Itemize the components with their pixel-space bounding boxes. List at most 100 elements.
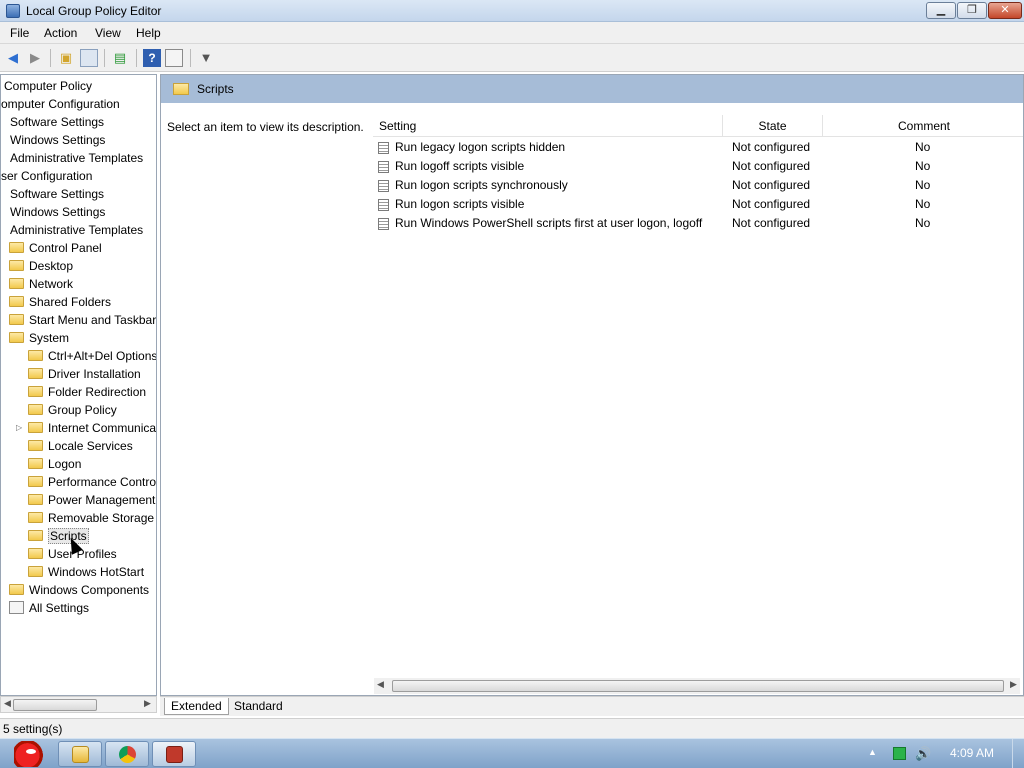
details-horizontal-scrollbar[interactable]: ◀ ▶: [374, 678, 1020, 694]
folder-icon: [28, 548, 43, 560]
tree-item-shared-folders[interactable]: Shared Folders: [9, 293, 111, 311]
scroll-left-icon[interactable]: ◀: [4, 698, 11, 709]
taskbar-group-policy-editor[interactable]: [152, 741, 196, 767]
network-icon[interactable]: [893, 747, 906, 760]
all-settings-icon: [9, 601, 24, 615]
tree-item-software-settings[interactable]: Software Settings: [10, 113, 104, 131]
tree-pane[interactable]: Computer Policy omputer Configuration So…: [0, 74, 157, 696]
tab-standard[interactable]: Standard: [228, 698, 289, 715]
tree-horizontal-scrollbar[interactable]: ◀ ▶: [0, 696, 157, 713]
tree-item-folder-redirection[interactable]: Folder Redirection: [28, 383, 146, 401]
table-row[interactable]: Run logon scripts synchronously Not conf…: [373, 176, 1023, 195]
column-header-setting[interactable]: Setting: [373, 115, 723, 137]
tree-item-removable-storage[interactable]: Removable Storage Access: [28, 509, 156, 527]
show-hidden-icons-icon[interactable]: ▲: [868, 747, 877, 757]
scroll-right-icon[interactable]: ▶: [1010, 679, 1017, 690]
tree-item-group-policy[interactable]: Group Policy: [28, 401, 117, 419]
tree-item-locale-services[interactable]: Locale Services: [28, 437, 133, 455]
tree-item-ctrl-alt-del-options[interactable]: Ctrl+Alt+Del Options: [28, 347, 156, 365]
folder-icon: [9, 296, 24, 308]
help-icon[interactable]: ?: [143, 49, 161, 67]
tree-item-start-menu-and-taskbar[interactable]: Start Menu and Taskbar: [9, 311, 156, 329]
tree-item-logon[interactable]: Logon: [28, 455, 81, 473]
filter-icon[interactable]: ▼: [197, 49, 215, 67]
scrollbar-thumb[interactable]: [13, 699, 97, 711]
folder-icon: [173, 83, 189, 95]
details-header: Scripts: [161, 75, 1023, 103]
header-tab-corner: [361, 103, 1023, 113]
minimize-button[interactable]: ▁: [926, 2, 956, 19]
menu-view[interactable]: View: [95, 26, 121, 40]
tree-item-windows-hotstart[interactable]: Windows HotStart: [28, 563, 144, 581]
scroll-left-icon[interactable]: ◀: [377, 679, 384, 690]
folder-icon: [9, 314, 24, 326]
tree-item-driver-installation[interactable]: Driver Installation: [28, 365, 141, 383]
tree-item-computer-configuration[interactable]: omputer Configuration: [1, 95, 120, 113]
tree-item-control-panel[interactable]: Control Panel: [9, 239, 102, 257]
tree-item-internet-communication[interactable]: ▷Internet Communication Management: [16, 419, 156, 437]
taskbar-chrome[interactable]: [105, 741, 149, 767]
folder-icon: [9, 584, 24, 596]
menu-action[interactable]: Action: [44, 26, 77, 40]
tree-item-computer-policy[interactable]: Computer Policy: [4, 77, 92, 95]
tree-item-all-settings[interactable]: All Settings: [9, 599, 89, 617]
start-button[interactable]: [4, 739, 50, 768]
tree-item-network[interactable]: Network: [9, 275, 73, 293]
policy-editor-icon: [166, 746, 183, 763]
table-row[interactable]: Run logon scripts visible Not configured…: [373, 195, 1023, 214]
taskbar-explorer[interactable]: [58, 741, 102, 767]
menu-bar: File Action View Help: [0, 22, 1024, 44]
tree-item-windows-settings[interactable]: Windows Settings: [10, 131, 105, 149]
show-hide-tree-icon[interactable]: [80, 49, 98, 67]
up-folder-icon[interactable]: ▣: [57, 49, 75, 67]
table-row[interactable]: Run Windows PowerShell scripts first at …: [373, 214, 1023, 233]
clock[interactable]: 4:09 AM: [950, 746, 994, 760]
tree-item-administrative-templates[interactable]: Administrative Templates: [10, 221, 143, 239]
status-bar: 5 setting(s): [0, 718, 1024, 738]
folder-icon: [28, 458, 43, 470]
properties-icon[interactable]: [165, 49, 183, 67]
folder-icon: [28, 566, 43, 578]
tree-item-power-management[interactable]: Power Management: [28, 491, 155, 509]
menu-help[interactable]: Help: [136, 26, 161, 40]
app-icon: [6, 4, 20, 18]
maximize-button[interactable]: ❐: [957, 2, 987, 19]
folder-icon: [28, 368, 43, 380]
column-header-comment[interactable]: Comment: [823, 115, 1023, 137]
show-desktop-button[interactable]: [1012, 739, 1024, 768]
tree-item-windows-settings[interactable]: Windows Settings: [10, 203, 105, 221]
menu-file[interactable]: File: [10, 26, 29, 40]
volume-icon[interactable]: 🔊: [915, 746, 931, 762]
toolbar-separator: [190, 49, 191, 67]
tree-item-windows-components[interactable]: Windows Components: [9, 581, 149, 599]
tree-item-system[interactable]: System: [9, 329, 69, 347]
tree-item-software-settings[interactable]: Software Settings: [10, 185, 104, 203]
export-list-icon[interactable]: ▤: [111, 49, 129, 67]
tree-item-user-configuration[interactable]: ser Configuration: [1, 167, 92, 185]
folder-icon: [28, 422, 43, 434]
folder-icon: [28, 350, 43, 362]
scrollbar-thumb[interactable]: [392, 680, 1004, 692]
toolbar-separator: [136, 49, 137, 67]
item-description: Select an item to view its description.: [167, 120, 364, 134]
forward-arrow-icon[interactable]: ▶: [26, 49, 44, 67]
folder-icon: [72, 746, 89, 763]
policy-setting-icon: [378, 142, 389, 154]
scroll-right-icon[interactable]: ▶: [144, 698, 151, 709]
table-row[interactable]: Run legacy logon scripts hidden Not conf…: [373, 138, 1023, 157]
tree-item-administrative-templates[interactable]: Administrative Templates: [10, 149, 143, 167]
back-arrow-icon[interactable]: ◀: [4, 49, 22, 67]
close-button[interactable]: ✕: [988, 2, 1022, 19]
tree-item-desktop[interactable]: Desktop: [9, 257, 73, 275]
tab-extended[interactable]: Extended: [164, 698, 229, 715]
table-row[interactable]: Run logoff scripts visible Not configure…: [373, 157, 1023, 176]
column-header-state[interactable]: State: [723, 115, 823, 137]
taskbar: ▲ 🔊 4:09 AM: [0, 738, 1024, 768]
details-pane: Scripts Select an item to view its descr…: [160, 74, 1024, 696]
policy-setting-icon: [378, 180, 389, 192]
expand-arrow-icon[interactable]: ▷: [16, 419, 22, 437]
folder-icon: [28, 404, 43, 416]
title-bar: Local Group Policy Editor ▁ ❐ ✕: [0, 0, 1024, 22]
tree-item-performance-control-panel[interactable]: Performance Control Panel: [28, 473, 156, 491]
folder-icon: [9, 278, 24, 290]
